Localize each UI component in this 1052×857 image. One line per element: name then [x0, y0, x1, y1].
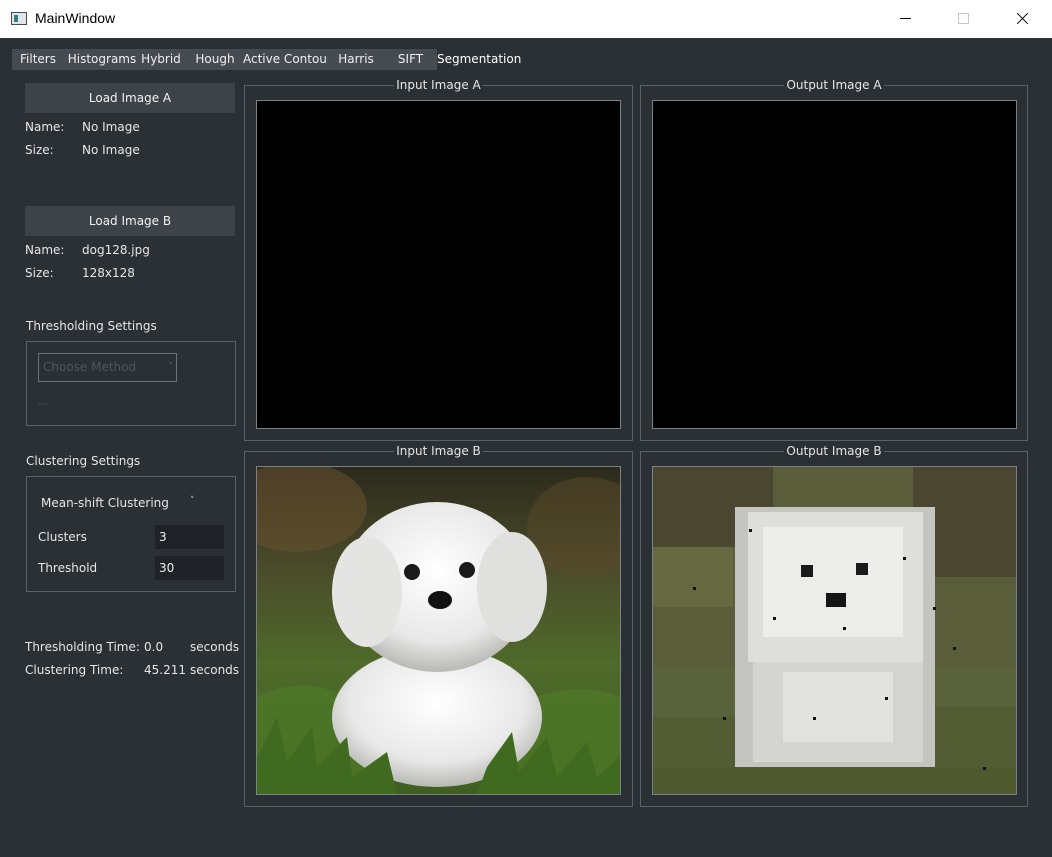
clusters-label: Clusters [38, 530, 87, 544]
thresholding-time-value: 0.0 [144, 640, 164, 654]
image-b-size-label: Size: [25, 266, 54, 280]
input-image-a-title: Input Image A [394, 78, 483, 92]
output-image-a-title: Output Image A [784, 78, 884, 92]
thresholding-time-label: Thresholding Time: [25, 640, 140, 654]
image-b-name-value: dog128.jpg [82, 243, 150, 257]
input-image-b-title: Input Image B [394, 444, 483, 458]
segmented-dog-photo [653, 467, 1016, 794]
output-image-b-view[interactable] [652, 466, 1017, 795]
image-b-size-value: 128x128 [82, 266, 135, 280]
app-window-icon [11, 12, 27, 25]
close-button[interactable] [992, 0, 1050, 38]
image-b-name-label: Name: [25, 243, 65, 257]
image-a-name-label: Name: [25, 120, 65, 134]
tab-active-contour[interactable]: Active Contour [243, 49, 332, 70]
dog-photo [257, 467, 620, 794]
minimize-button[interactable] [876, 0, 934, 38]
clustering-method-value: Mean-shift Clustering [41, 496, 169, 510]
load-image-a-button[interactable]: Load Image A [25, 83, 235, 113]
load-image-b-button[interactable]: Load Image B [25, 206, 235, 236]
output-image-a-view[interactable] [652, 100, 1017, 429]
clustering-settings-title: Clustering Settings [26, 454, 141, 468]
input-image-a-frame: Input Image A [244, 78, 633, 441]
tab-histograms[interactable]: Histograms [64, 49, 140, 70]
clustering-time-value: 45.211 [144, 663, 186, 677]
image-a-size-value: No Image [82, 143, 140, 157]
chevron-down-icon: ˅ [168, 362, 174, 372]
input-image-b-frame: Input Image B [244, 444, 633, 807]
output-image-a-frame: Output Image A [640, 78, 1028, 441]
tab-harris[interactable]: Harris [328, 49, 384, 70]
output-image-b-title: Output Image B [784, 444, 884, 458]
thresholding-settings-title: Thresholding Settings [26, 319, 157, 333]
clustering-time-label: Clustering Time: [25, 663, 124, 677]
tab-hybrid[interactable]: Hybrid [140, 49, 182, 70]
tab-filters[interactable]: Filters [12, 49, 64, 70]
tab-hough[interactable]: Hough [182, 49, 248, 70]
output-image-b-frame: Output Image B [640, 444, 1028, 807]
threshold-spinbox[interactable]: 30 [155, 556, 224, 580]
maximize-button[interactable] [934, 0, 992, 38]
threshold-extra-label: ... [38, 395, 49, 408]
title-bar: MainWindow [0, 0, 1052, 38]
window-title: MainWindow [35, 10, 116, 26]
image-a-name-value: No Image [82, 120, 140, 134]
tab-segmentation[interactable]: Segmentation [437, 49, 521, 70]
threshold-label: Threshold [38, 561, 98, 575]
image-a-size-label: Size: [25, 143, 54, 157]
threshold-method-select[interactable]: Choose Method ˅ [38, 353, 177, 382]
input-image-a-view[interactable] [256, 100, 621, 429]
input-image-b-view[interactable] [256, 466, 621, 795]
clusters-spinbox[interactable]: 3 [155, 525, 224, 549]
clustering-time-unit: seconds [190, 663, 240, 677]
clustering-method-select[interactable]: Mean-shift Clustering ˅ [38, 489, 198, 517]
thresholding-time-unit: seconds [190, 640, 240, 654]
threshold-method-placeholder: Choose Method [43, 360, 137, 374]
tab-sift[interactable]: SIFT [384, 49, 437, 70]
chevron-down-icon: ˅ [190, 496, 195, 506]
